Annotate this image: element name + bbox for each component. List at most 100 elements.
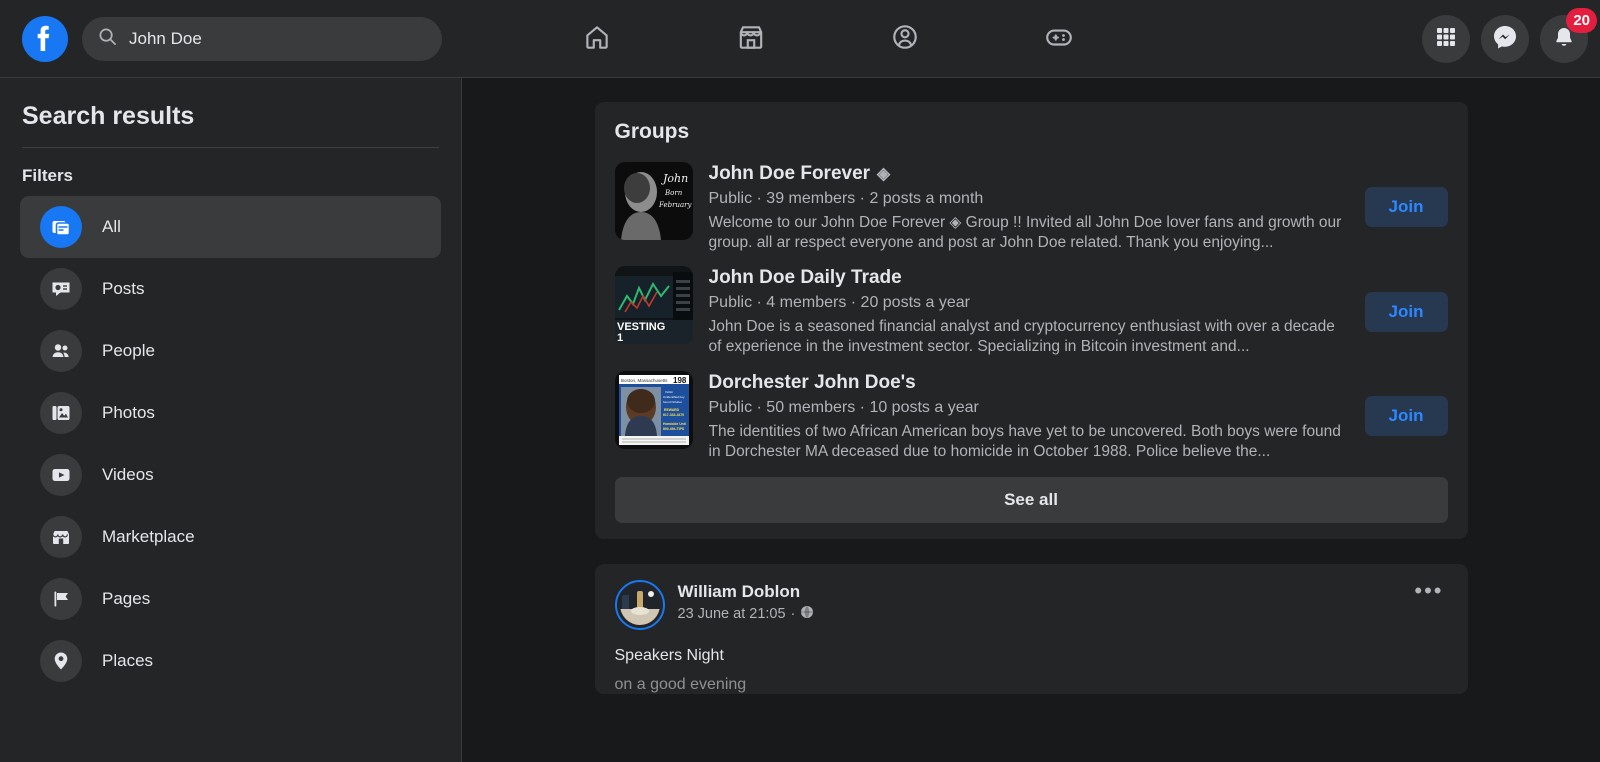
nav-groups[interactable] [828, 0, 982, 78]
group-result-row[interactable]: VESTING 1 John Doe Daily Trade Public · … [614, 262, 1448, 366]
avatar[interactable] [619, 585, 660, 626]
group-info: John Doe Forever ◈ Public · 39 members ·… [709, 162, 1349, 252]
svg-text:1: 1 [617, 332, 623, 344]
post-options-button[interactable]: ••• [1410, 580, 1447, 602]
sidebar-item-label: Photos [102, 403, 155, 422]
videos-icon [40, 454, 82, 496]
svg-text:February 2: February 2 [658, 201, 693, 209]
group-thumbnail[interactable]: Boston, Massachusetts 198 Victim Unidenti… [614, 370, 693, 449]
filters-heading: Filters [22, 166, 74, 185]
post-timestamp[interactable]: 23 June at 21:05 [678, 606, 786, 622]
verified-badge-icon: ◈ [877, 164, 891, 184]
search-input[interactable]: John Doe [82, 16, 442, 61]
marketplace-icon [40, 516, 82, 558]
svg-text:198: 198 [673, 376, 687, 385]
post-text-truncated: on a good evening [614, 676, 747, 694]
group-name: John Doe Daily Trade [708, 267, 902, 289]
svg-text:John: John [661, 172, 688, 185]
sidebar-item-marketplace[interactable]: Marketplace [20, 506, 441, 568]
group-name-row: John Doe Forever ◈ [709, 163, 1349, 186]
search-input-value: John Doe [129, 28, 202, 48]
nav-gaming[interactable] [982, 0, 1136, 78]
home-icon [582, 22, 612, 57]
avatar-story-ring[interactable] [614, 580, 665, 631]
pages-icon [40, 578, 82, 620]
meta-separator: · [790, 606, 796, 623]
search-icon [98, 27, 117, 51]
group-thumbnail[interactable]: VESTING 1 [614, 266, 693, 345]
post-header: William Doblon 23 June at 21:05 · ••• [614, 580, 1448, 631]
sidebar-item-label: Places [102, 651, 154, 670]
group-name: Dorchester John Doe's [708, 371, 916, 393]
group-meta: Public · 4 members · 20 posts a year [708, 294, 970, 312]
messenger-icon [1492, 24, 1518, 55]
places-icon [40, 640, 82, 682]
marketplace-icon [736, 22, 766, 57]
post-text: Speakers Night [614, 647, 724, 665]
svg-text:Born: Born [664, 189, 683, 197]
groups-results-card: Groups John Born February 2 [594, 102, 1468, 540]
group-result-row[interactable]: Boston, Massachusetts 198 Victim Unidenti… [614, 367, 1448, 471]
search-results-main: Groups John Born February 2 [462, 78, 1600, 762]
sidebar-item-label: All [102, 217, 121, 236]
posts-icon [40, 268, 82, 310]
svg-text:Victim: Victim [665, 390, 674, 394]
post-identity: William Doblon 23 June at 21:05 · [678, 580, 1398, 623]
post-author-name[interactable]: William Doblon [678, 582, 1398, 602]
menu-button[interactable] [1422, 15, 1470, 63]
group-thumbnail[interactable]: John Born February 2 [614, 162, 693, 240]
nav-home[interactable] [520, 0, 674, 78]
messenger-button[interactable] [1481, 15, 1529, 63]
sidebar-item-label: Marketplace [102, 527, 195, 546]
join-button[interactable]: Join [1364, 291, 1448, 332]
sidebar-item-label: People [102, 341, 155, 360]
sidebar-item-photos[interactable]: Photos [20, 382, 441, 444]
svg-text:Boston, Massachusetts: Boston, Massachusetts [621, 378, 668, 383]
facebook-logo[interactable] [22, 15, 68, 62]
grid-menu-icon [1435, 26, 1457, 53]
group-info: John Doe Daily Trade Public · 4 members … [709, 266, 1349, 356]
notifications-button[interactable]: 20 [1540, 8, 1597, 63]
see-all-button[interactable]: See all [614, 477, 1448, 524]
group-result-row[interactable]: John Born February 2 John Doe Forever ◈ … [614, 158, 1448, 262]
sidebar-item-places[interactable]: Places [20, 630, 441, 692]
svg-text:Unidentified boy: Unidentified boy [663, 395, 685, 399]
group-description: The identities of two African American b… [708, 422, 1341, 460]
sidebar-item-people[interactable]: People [20, 320, 441, 382]
gaming-icon [1044, 22, 1074, 57]
sidebar-item-pages[interactable]: Pages [20, 568, 441, 630]
group-name-row: Dorchester John Doe's [709, 372, 1349, 395]
svg-text:Homicide Unit: Homicide Unit [663, 422, 687, 426]
join-button[interactable]: Join [1364, 187, 1448, 228]
globe-icon [800, 605, 814, 623]
sidebar-item-all[interactable]: All [20, 196, 441, 258]
group-description: Welcome to our John Doe Forever ◈ Group … [708, 213, 1342, 251]
page-title: Search results [22, 102, 195, 130]
sidebar-item-label: Posts [102, 279, 145, 298]
groups-card-title: Groups [614, 120, 690, 143]
post-card: William Doblon 23 June at 21:05 · ••• Sp… [594, 564, 1468, 695]
svg-text:617-343-4470: 617-343-4470 [663, 413, 684, 417]
group-meta: Public · 50 members · 10 posts a year [708, 398, 979, 416]
post-meta: 23 June at 21:05 · [678, 605, 1398, 623]
svg-text:REWARD: REWARD [664, 408, 680, 412]
sidebar-item-posts[interactable]: Posts [20, 258, 441, 320]
join-button[interactable]: Join [1364, 396, 1448, 437]
svg-text:found October: found October [663, 400, 682, 404]
page-body: Search results Filters All Posts People … [0, 78, 1600, 762]
groups-icon [890, 22, 920, 57]
svg-text:800-494-TIPS: 800-494-TIPS [663, 427, 685, 431]
sidebar-item-label: Videos [102, 465, 154, 484]
group-meta: Public · 39 members · 2 posts a month [708, 189, 984, 207]
group-name: John Doe Forever [708, 163, 871, 184]
photos-icon [40, 392, 82, 434]
people-icon [40, 330, 82, 372]
group-name-row: John Doe Daily Trade [709, 267, 1349, 290]
all-results-icon [40, 206, 82, 248]
nav-marketplace[interactable] [674, 0, 828, 78]
sidebar-item-videos[interactable]: Videos [20, 444, 441, 506]
group-info: Dorchester John Doe's Public · 50 member… [709, 371, 1349, 461]
notification-badge: 20 [1566, 8, 1597, 33]
topbar-action-buttons: 20 [1422, 0, 1597, 78]
group-description: John Doe is a seasoned financial analyst… [708, 318, 1335, 356]
